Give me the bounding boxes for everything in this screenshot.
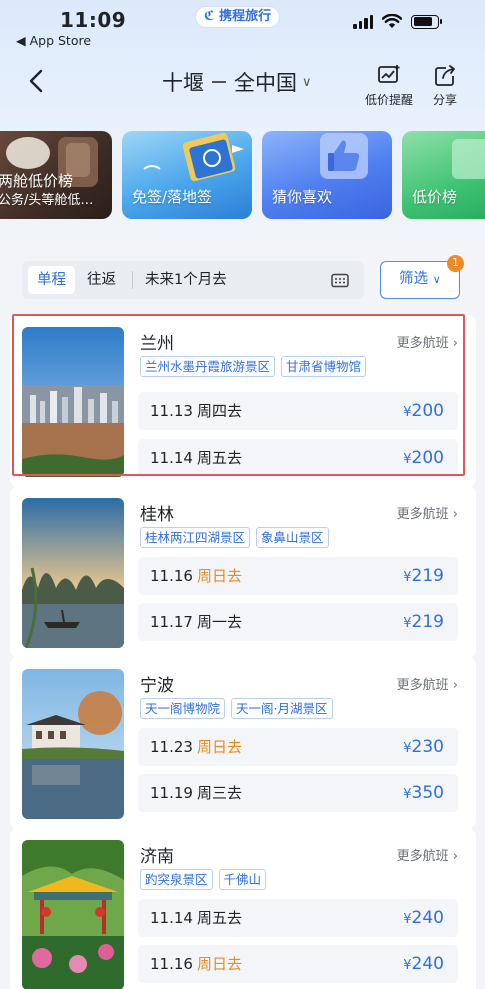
status-icons xyxy=(353,14,442,29)
destination-name: 济南 xyxy=(140,847,174,867)
flight-price: ¥219 xyxy=(403,566,444,586)
flight-weekday: 周一去 xyxy=(197,613,243,631)
back-arrow-icon xyxy=(29,69,43,93)
attraction-tag: 天一阁·月湖景区 xyxy=(231,698,333,719)
flight-weekday: 周三去 xyxy=(197,784,243,802)
chevron-right-icon: › xyxy=(452,507,458,522)
battery-icon xyxy=(411,14,442,29)
selection-highlight-box xyxy=(12,314,465,476)
category-carousel[interactable]: 两舱低价榜 公务/头等舱低… 免签/落地签 猜你喜欢 低价榜 xyxy=(0,131,485,219)
flight-weekday: 周日去 xyxy=(197,955,243,973)
category-label: 低价榜 xyxy=(412,188,458,206)
status-time: 11:09 xyxy=(60,8,127,32)
back-button[interactable] xyxy=(22,66,52,96)
flight-option[interactable]: 11.17 周一去 ¥219 xyxy=(138,603,458,641)
flight-option[interactable]: 11.16 周日去 ¥219 xyxy=(138,557,458,595)
destination-photo xyxy=(22,840,124,989)
more-flights-link[interactable]: 更多航班 › xyxy=(397,503,458,522)
attraction-tag: 千佛山 xyxy=(218,869,267,890)
attraction-tag: 象鼻山景区 xyxy=(256,527,329,548)
flight-weekday: 周日去 xyxy=(197,567,243,585)
price-alert-icon xyxy=(378,65,400,83)
category-card-guess-you-like[interactable]: 猜你喜欢 xyxy=(262,131,392,219)
route-selector[interactable]: 十堰 全中国 ∨ xyxy=(162,67,312,97)
attraction-tags: 桂林两江四湖景区 象鼻山景区 xyxy=(140,527,329,548)
calendar-icon[interactable] xyxy=(331,273,349,288)
flight-option[interactable]: 11.14 周五去 ¥240 xyxy=(138,899,458,937)
destination-card-ningbo[interactable]: 宁波 更多航班 › 天一阁博物院 天一阁·月湖景区 11.23 周日去 ¥230… xyxy=(10,657,476,829)
route-header: 十堰 全中国 ∨ 低价提醒 分享 xyxy=(0,60,485,110)
wifi-icon xyxy=(382,14,402,28)
share-icon xyxy=(435,65,455,86)
trip-type-segment: 单程 往返 未来1个月去 xyxy=(22,261,364,299)
flight-date: 11.23 xyxy=(150,738,193,756)
category-card-low-price[interactable]: 低价榜 xyxy=(402,131,485,219)
destination-photo xyxy=(22,498,124,648)
chevron-down-icon: ∨ xyxy=(302,74,312,90)
attraction-tags: 天一阁博物院 天一阁·月湖景区 xyxy=(140,698,333,719)
flight-price: ¥240 xyxy=(403,954,444,974)
tab-oneway[interactable]: 单程 xyxy=(28,266,75,294)
more-flights-link[interactable]: 更多航班 › xyxy=(397,674,458,693)
brand-logo-icon: ℭ xyxy=(204,9,215,24)
flight-date: 11.16 xyxy=(150,955,193,973)
brand-name: 携程旅行 xyxy=(219,9,272,24)
flight-weekday: 周日去 xyxy=(197,738,243,756)
flight-date: 11.19 xyxy=(150,784,193,802)
segment-divider xyxy=(132,271,133,289)
status-bar: 11:09 ◀ App Store ℭ 携程旅行 xyxy=(0,0,485,52)
date-range-selector[interactable]: 未来1个月去 xyxy=(145,261,227,299)
flight-option[interactable]: 11.23 周日去 ¥230 xyxy=(138,728,458,766)
category-card-premium-cabin[interactable]: 两舱低价榜 公务/头等舱低… xyxy=(0,131,112,219)
flight-weekday: 周五去 xyxy=(197,909,243,927)
category-label: 猜你喜欢 xyxy=(272,188,333,206)
price-alert-button[interactable]: 低价提醒 xyxy=(365,64,413,108)
filter-label: 筛选 xyxy=(399,271,429,287)
signal-icon xyxy=(353,14,373,29)
attraction-tags: 趵突泉景区 千佛山 xyxy=(140,869,267,890)
flight-price: ¥230 xyxy=(403,737,444,757)
destination-city: 全中国 xyxy=(234,71,297,95)
destination-photo xyxy=(22,669,124,819)
chevron-down-icon: ∨ xyxy=(432,273,441,286)
flight-price: ¥350 xyxy=(403,783,444,803)
back-to-app-store-link[interactable]: ◀ App Store xyxy=(16,33,91,48)
flight-option[interactable]: 11.19 周三去 ¥350 xyxy=(138,774,458,812)
share-label: 分享 xyxy=(433,93,458,107)
tab-roundtrip[interactable]: 往返 xyxy=(78,266,125,294)
attraction-tag: 天一阁博物院 xyxy=(140,698,226,719)
flight-price: ¥219 xyxy=(403,612,444,632)
category-card-visa-free[interactable]: 免签/落地签 xyxy=(122,131,252,219)
share-button[interactable]: 分享 xyxy=(433,64,457,108)
flight-date: 11.17 xyxy=(150,613,193,631)
trip-filter-bar: 单程 往返 未来1个月去 筛选 ∨ 1 xyxy=(22,255,464,299)
flight-price: ¥240 xyxy=(403,908,444,928)
category-label: 免签/落地签 xyxy=(132,188,213,206)
destination-name: 宁波 xyxy=(140,676,174,696)
app-brand-badge: ℭ 携程旅行 xyxy=(196,7,280,27)
chevron-right-icon: › xyxy=(452,678,458,693)
route-dash xyxy=(212,81,226,83)
chevron-right-icon: › xyxy=(452,849,458,864)
origin-city: 十堰 xyxy=(162,71,204,95)
price-alert-label: 低价提醒 xyxy=(365,93,414,107)
flight-option[interactable]: 11.16 周日去 ¥240 xyxy=(138,945,458,983)
flight-date: 11.16 xyxy=(150,567,193,585)
attraction-tag: 趵突泉景区 xyxy=(140,869,213,890)
destination-name: 桂林 xyxy=(140,505,174,525)
flight-date: 11.14 xyxy=(150,909,193,927)
filter-count-badge: 1 xyxy=(447,255,464,272)
destination-card-jinan[interactable]: 济南 更多航班 › 趵突泉景区 千佛山 11.14 周五去 ¥240 11.16… xyxy=(10,828,476,989)
filter-button[interactable]: 筛选 ∨ 1 xyxy=(380,255,464,299)
attraction-tag: 桂林两江四湖景区 xyxy=(140,527,251,548)
destination-card-guilin[interactable]: 桂林 更多航班 › 桂林两江四湖景区 象鼻山景区 11.16 周日去 ¥219 … xyxy=(10,486,476,658)
more-flights-link[interactable]: 更多航班 › xyxy=(397,845,458,864)
category-label: 两舱低价榜 公务/头等舱低… xyxy=(0,172,94,208)
